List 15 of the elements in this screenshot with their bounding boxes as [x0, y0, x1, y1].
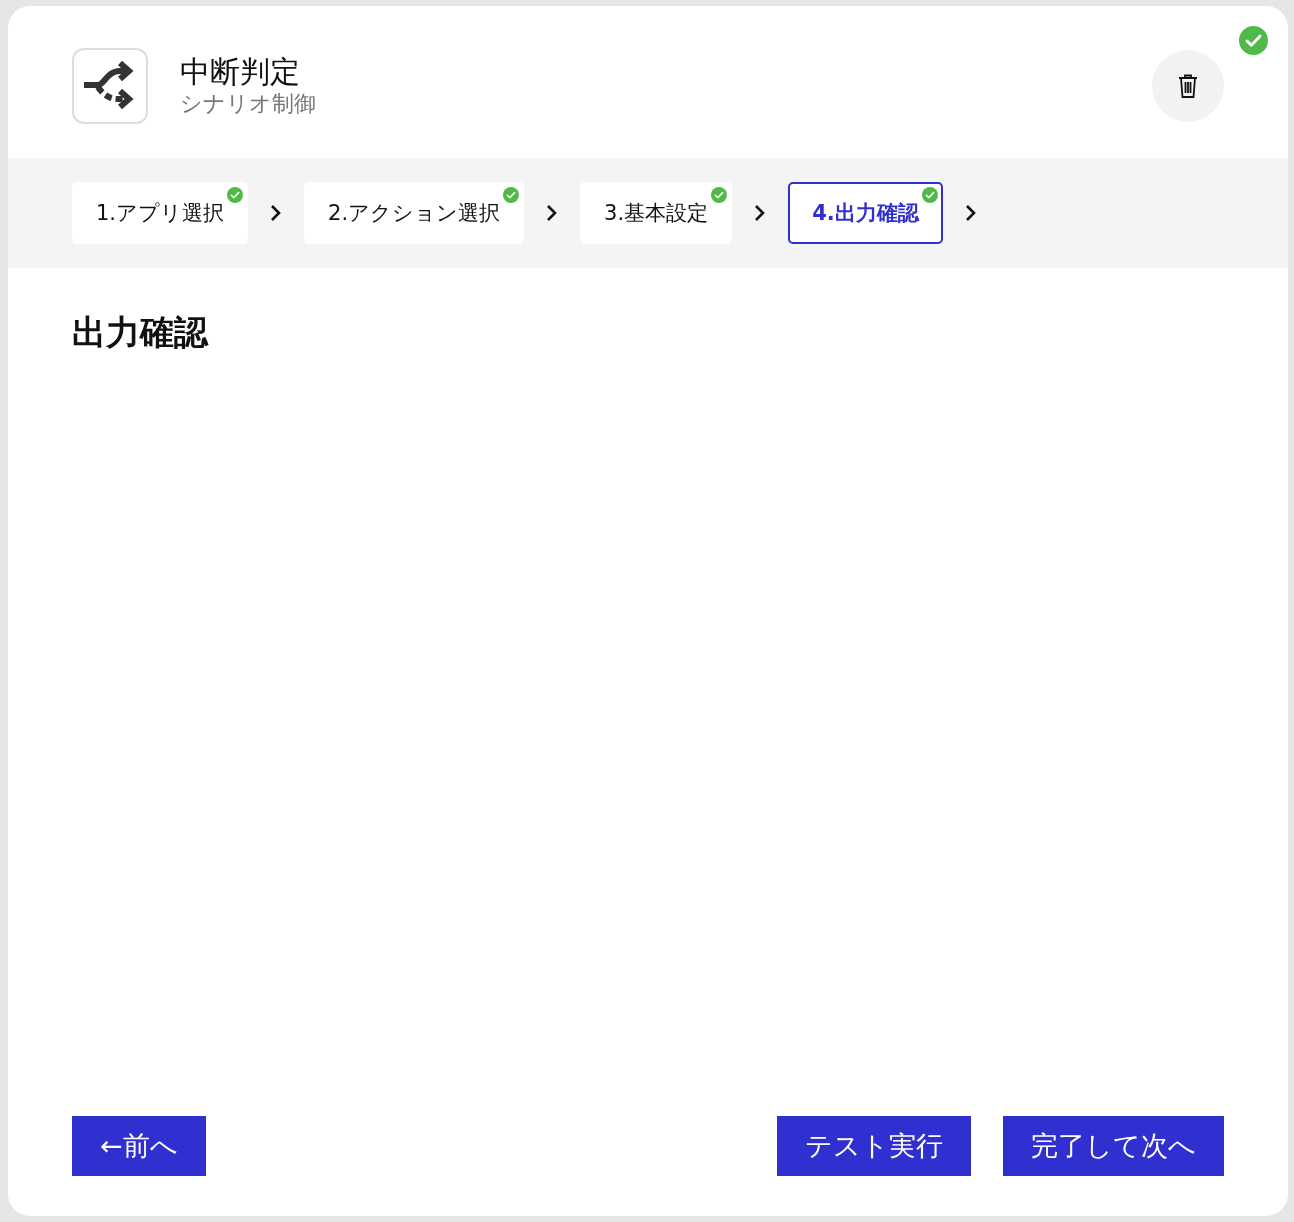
chevron-right-icon — [546, 204, 559, 222]
back-button[interactable]: ←前へ — [72, 1116, 206, 1176]
step-tab[interactable]: 3.基本設定 — [580, 182, 733, 244]
trash-icon — [1178, 74, 1198, 98]
card-title: 中断判定 — [180, 54, 301, 90]
chevron-right-icon — [964, 204, 977, 222]
chevron-right-icon — [754, 204, 767, 222]
action-button[interactable]: テスト実行 — [777, 1116, 971, 1176]
step-tab[interactable]: 2.アクション選択 — [304, 182, 525, 244]
step-tab[interactable]: 1.アプリ選択 — [72, 182, 249, 244]
action-button[interactable]: 完了して次へ — [1003, 1116, 1224, 1176]
card-subtitle: シナリオ制御 — [180, 90, 317, 118]
section-heading: 出力確認 — [72, 311, 210, 354]
chevron-right-icon — [270, 204, 283, 222]
step-tab[interactable]: 4.出力確認 — [788, 182, 943, 244]
